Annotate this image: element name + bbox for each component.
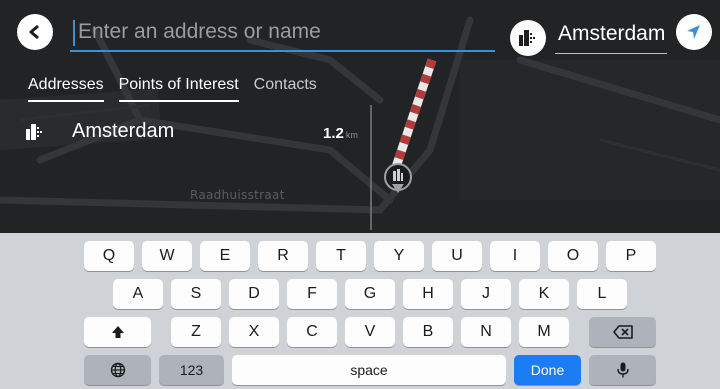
key-x[interactable]: X (229, 317, 279, 347)
key-k[interactable]: K (519, 279, 569, 309)
tab-addresses[interactable]: Addresses (28, 76, 104, 102)
key-q[interactable]: Q (84, 241, 134, 271)
result-distance-unit: km (345, 130, 358, 140)
key-g[interactable]: G (345, 279, 395, 309)
key-v[interactable]: V (345, 317, 395, 347)
result-name: Amsterdam (72, 120, 175, 142)
key-n[interactable]: N (461, 317, 511, 347)
shift-key[interactable] (84, 317, 151, 347)
tab-points-of-interest[interactable]: Points of Interest (118, 76, 239, 102)
city-button[interactable] (510, 20, 546, 56)
street-label: Raadhuisstraat (190, 188, 285, 202)
key-f[interactable]: F (287, 279, 337, 309)
key-b[interactable]: B (403, 317, 453, 347)
key-u[interactable]: U (432, 241, 482, 271)
microphone-key[interactable] (589, 355, 656, 385)
key-r[interactable]: R (258, 241, 308, 271)
map-pin-icon[interactable] (384, 163, 412, 193)
key-z[interactable]: Z (171, 317, 221, 347)
key-j[interactable]: J (461, 279, 511, 309)
key-s[interactable]: S (171, 279, 221, 309)
current-location-button[interactable] (676, 14, 712, 50)
done-key[interactable]: Done (514, 355, 581, 385)
key-o[interactable]: O (548, 241, 598, 271)
city-icon (26, 124, 42, 140)
key-a[interactable]: A (113, 279, 163, 309)
search-field[interactable] (70, 14, 495, 52)
back-button[interactable] (17, 14, 53, 50)
on-screen-keyboard: Q W E R T Y U I O P A S D F G H J K L Z … (0, 233, 720, 389)
numbers-key[interactable]: 123 (159, 355, 224, 385)
key-y[interactable]: Y (374, 241, 424, 271)
result-distance: 1.2 km (323, 125, 358, 142)
location-arrow-icon (687, 25, 700, 39)
city-icon (519, 30, 535, 46)
list-item[interactable]: Amsterdam 1.2 km (0, 116, 370, 152)
key-h[interactable]: H (403, 279, 453, 309)
back-arrow-icon (29, 25, 39, 39)
space-key[interactable]: space (232, 355, 506, 385)
key-m[interactable]: M (519, 317, 569, 347)
key-l[interactable]: L (577, 279, 627, 309)
globe-key[interactable] (84, 355, 151, 385)
key-p[interactable]: P (606, 241, 656, 271)
key-t[interactable]: T (316, 241, 366, 271)
shift-icon (111, 326, 124, 338)
microphone-icon (616, 362, 629, 378)
search-tabs: Addresses Points of Interest Contacts (28, 76, 317, 102)
result-distance-value: 1.2 (323, 125, 344, 142)
city-field[interactable]: Amsterdam (555, 18, 667, 54)
key-i[interactable]: I (490, 241, 540, 271)
text-caret (73, 20, 75, 46)
city-value: Amsterdam (558, 22, 666, 45)
key-d[interactable]: D (229, 279, 279, 309)
key-e[interactable]: E (200, 241, 250, 271)
backspace-key[interactable] (589, 317, 656, 347)
backspace-icon (612, 325, 633, 339)
search-input[interactable] (78, 16, 488, 48)
key-w[interactable]: W (142, 241, 192, 271)
tab-contacts[interactable]: Contacts (254, 76, 317, 102)
globe-icon (110, 362, 125, 378)
key-c[interactable]: C (287, 317, 337, 347)
